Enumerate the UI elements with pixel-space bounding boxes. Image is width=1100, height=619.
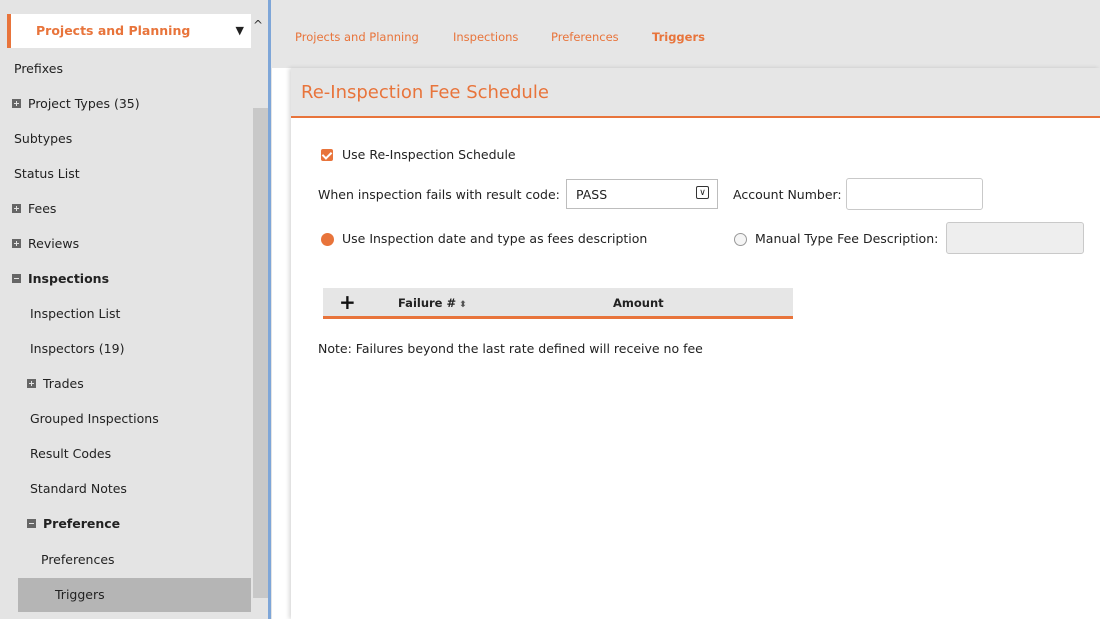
panel-header: Re-Inspection Fee Schedule xyxy=(291,68,1100,118)
sidebar-item-trades[interactable]: Trades xyxy=(0,369,272,399)
result-code-label: When inspection fails with result code: xyxy=(318,187,560,202)
radio-manual-description[interactable] xyxy=(734,233,747,246)
sidebar-item-label: Standard Notes xyxy=(30,481,127,496)
tab-inspections[interactable]: Inspections xyxy=(453,30,518,44)
sidebar-item-label: Status List xyxy=(14,166,80,181)
collapse-icon[interactable] xyxy=(27,519,36,528)
radio-inspection-description-label: Use Inspection date and type as fees des… xyxy=(342,231,648,246)
manual-description-input[interactable] xyxy=(946,222,1084,254)
tab-projects-and-planning[interactable]: Projects and Planning xyxy=(295,30,419,44)
sidebar-item-label: Preferences xyxy=(41,552,115,567)
caret-down-icon[interactable]: ▼ xyxy=(236,24,244,37)
sidebar-item-label: Project Types (35) xyxy=(28,96,140,111)
sidebar-item-preferences[interactable]: Preferences xyxy=(0,545,272,575)
pane-divider[interactable] xyxy=(268,0,271,619)
sidebar-item-label: Prefixes xyxy=(14,61,63,76)
sidebar-item-subtypes[interactable]: Subtypes xyxy=(0,124,266,154)
sidebar-item-preference[interactable]: Preference xyxy=(0,509,272,539)
sidebar-item-inspections[interactable]: Inspections xyxy=(0,264,264,294)
top-tab-bar: Projects and Planning Inspections Prefer… xyxy=(271,0,1100,68)
sidebar-item-prefixes[interactable]: Prefixes xyxy=(0,54,266,84)
sidebar-item-grouped-inspections[interactable]: Grouped Inspections xyxy=(0,404,272,434)
sidebar-item-inspection-list[interactable]: Inspection List xyxy=(0,299,272,329)
account-number-input[interactable] xyxy=(846,178,983,210)
sidebar-item-label: Result Codes xyxy=(30,446,112,461)
sort-icon[interactable]: ⬍ xyxy=(459,300,467,310)
sidebar-item-status-list[interactable]: Status List xyxy=(0,159,266,189)
account-number-label: Account Number: xyxy=(733,187,842,202)
radio-manual-description-label: Manual Type Fee Description: xyxy=(755,231,939,246)
sidebar-item-label: Fees xyxy=(28,201,57,216)
result-code-select[interactable]: PASS ∨ xyxy=(566,179,718,209)
sidebar-item-label: Inspectors (19) xyxy=(30,341,125,356)
sidebar-section-header[interactable]: Projects and Planning ▼ xyxy=(7,14,251,48)
sidebar-item-result-codes[interactable]: Result Codes xyxy=(0,439,272,469)
sidebar-item-inspectors[interactable]: Inspectors (19) xyxy=(0,334,272,364)
column-failure-number[interactable]: Failure # ⬍ xyxy=(398,296,467,310)
add-row-icon[interactable]: + xyxy=(339,290,356,314)
use-schedule-checkbox[interactable] xyxy=(321,149,333,161)
sidebar-item-fees[interactable]: Fees xyxy=(0,194,264,224)
tab-triggers[interactable]: Triggers xyxy=(652,30,705,44)
page-title: Re-Inspection Fee Schedule xyxy=(301,82,549,103)
expand-icon[interactable] xyxy=(12,204,21,213)
expand-icon[interactable] xyxy=(12,99,21,108)
sidebar-item-label: Preference xyxy=(43,516,121,531)
scroll-up-icon[interactable]: ^ xyxy=(253,18,263,32)
re-inspection-fee-panel: Re-Inspection Fee Schedule Use Re-Inspec… xyxy=(291,68,1100,619)
sidebar-item-reviews[interactable]: Reviews xyxy=(0,229,264,259)
sidebar-item-label: Inspections xyxy=(28,271,110,286)
sidebar-item-label: Grouped Inspections xyxy=(30,411,159,426)
sidebar-item-label: Triggers xyxy=(55,587,105,602)
sidebar: ^ Projects and Planning ▼ Prefixes Proje… xyxy=(0,0,272,619)
sidebar-item-label: Reviews xyxy=(28,236,80,251)
tab-preferences[interactable]: Preferences xyxy=(551,30,619,44)
sidebar-item-label: Subtypes xyxy=(14,131,73,146)
fee-grid-header: + Failure # ⬍ Amount xyxy=(323,288,793,319)
expand-icon[interactable] xyxy=(27,379,36,388)
sidebar-item-project-types[interactable]: Project Types (35) xyxy=(0,89,264,119)
note-text: Note: Failures beyond the last rate defi… xyxy=(318,341,703,356)
sidebar-item-label: Inspection List xyxy=(30,306,121,321)
sidebar-item-standard-notes[interactable]: Standard Notes xyxy=(0,474,272,504)
chevron-down-icon[interactable]: ∨ xyxy=(696,186,709,199)
collapse-icon[interactable] xyxy=(12,274,21,283)
sidebar-item-label: Trades xyxy=(43,376,84,391)
sidebar-section-title: Projects and Planning xyxy=(36,23,191,38)
result-code-value: PASS xyxy=(576,187,608,202)
sidebar-item-triggers[interactable]: Triggers xyxy=(18,578,251,612)
expand-icon[interactable] xyxy=(12,239,21,248)
radio-inspection-description[interactable] xyxy=(321,233,334,246)
use-schedule-label: Use Re-Inspection Schedule xyxy=(342,147,516,162)
column-amount[interactable]: Amount xyxy=(613,296,664,310)
